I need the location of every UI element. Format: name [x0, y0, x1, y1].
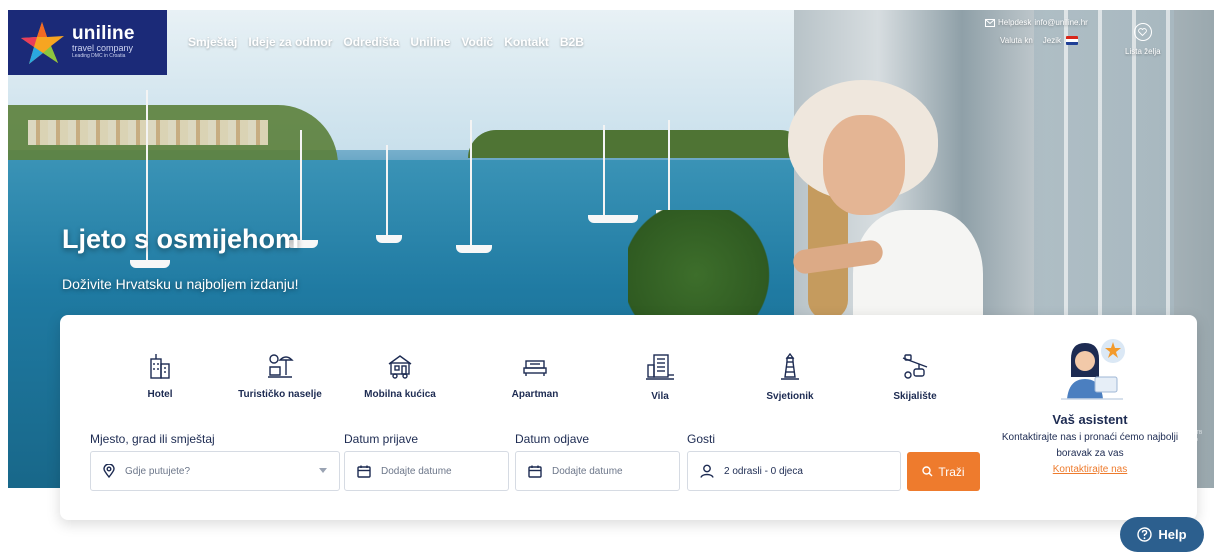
hotel-icon [150, 354, 170, 379]
logo-star-icon [21, 21, 64, 64]
hero-woman-face [823, 115, 905, 215]
hero-boat-hull [130, 260, 170, 268]
assistant-avatar-icon [1061, 339, 1125, 400]
mobile-home-icon [388, 355, 412, 379]
page: uniline travel company Leading DMC in Cr… [0, 0, 1214, 553]
question-icon [1137, 527, 1153, 542]
type-villa-label: Vila [651, 391, 669, 402]
hero-title: Ljeto s osmijehom [62, 224, 300, 254]
top-bar: Helpdesk info@uniline.hr Valuta kn Jezik [985, 18, 1088, 46]
main-nav: Smještaj Ideje za odmor Odredišta Unilin… [188, 35, 584, 49]
location-pin-icon [103, 464, 115, 478]
help-label: Help [1158, 527, 1187, 542]
checkin-input[interactable]: Dodajte datume [344, 451, 509, 491]
type-hotel-label: Hotel [147, 389, 173, 400]
hero-boat-hull [376, 235, 402, 243]
currency-label: Valuta [1000, 36, 1023, 46]
hero-boat-mast [668, 120, 670, 215]
nav-item-kontakt[interactable]: Kontakt [504, 35, 549, 49]
hero-boat-mast [470, 120, 472, 245]
destination-input[interactable]: Gdje putujete? [90, 451, 340, 491]
language-label: Jezik [1042, 36, 1062, 45]
helpdesk-link[interactable]: Helpdesk info@uniline.hr [985, 18, 1088, 27]
type-mobile-home-label: Mobilna kućica [364, 389, 436, 400]
guests-value: 2 odrasli - 0 djeca [724, 465, 803, 477]
calendar-icon [357, 465, 371, 478]
logo[interactable]: uniline travel company Leading DMC in Cr… [8, 10, 167, 75]
destination-label: Mjesto, grad ili smještaj [90, 432, 215, 446]
wishlist-button[interactable]: Lista želja [1125, 23, 1161, 56]
ski-lift-icon [902, 354, 928, 379]
type-lighthouse[interactable]: Svjetionik [725, 353, 855, 402]
type-hotel[interactable]: Hotel [95, 353, 225, 400]
guests-label: Gosti [687, 432, 716, 446]
hero-boat-mast [386, 145, 388, 235]
lighthouse-icon [781, 353, 799, 380]
type-apartment[interactable]: Apartman [470, 353, 600, 400]
search-card: Hotel Turističko naselje Mobilna kućica … [60, 315, 1197, 520]
logo-name: uniline [72, 23, 135, 44]
language-selector[interactable]: Jezik [1042, 36, 1079, 46]
nav-item-smjestaj[interactable]: Smještaj [188, 35, 237, 49]
helpdesk-label: Helpdesk [998, 18, 1032, 27]
currency-selector[interactable]: Valuta kn [1000, 36, 1033, 45]
guests-input[interactable]: 2 odrasli - 0 djeca [687, 451, 901, 491]
heart-icon [1133, 23, 1152, 41]
nav-item-b2b[interactable]: B2B [560, 35, 584, 49]
currency-value: kn [1024, 36, 1033, 46]
villa-icon [646, 354, 674, 380]
assistant-contact-link[interactable]: Kontaktirajte nas [995, 462, 1185, 478]
type-resort-label: Turističko naselje [238, 389, 322, 400]
search-icon [922, 466, 933, 477]
type-ski-label: Skijalište [893, 391, 937, 402]
help-button[interactable]: Help [1120, 517, 1204, 552]
chevron-down-icon [319, 468, 327, 473]
assistant-panel: Vaš asistent Kontaktirajte nas i pronaći… [995, 337, 1185, 478]
logo-subtitle: travel company [72, 43, 134, 53]
type-mobile-home[interactable]: Mobilna kućica [335, 353, 465, 400]
type-villa[interactable]: Vila [595, 353, 725, 402]
checkout-input[interactable]: Dodajte datume [515, 451, 680, 491]
mail-icon [985, 18, 995, 27]
hero-boat-mast [603, 125, 605, 220]
type-lighthouse-label: Svjetionik [766, 391, 814, 402]
helpdesk-email: info@uniline.hr [1034, 18, 1088, 27]
destination-placeholder: Gdje putujete? [125, 465, 191, 477]
wishlist-label: Lista želja [1125, 47, 1161, 56]
type-resort[interactable]: Turističko naselje [215, 353, 345, 400]
assistant-text: Kontaktirajte nas i pronaći ćemo najbolj… [1001, 432, 1179, 459]
nav-item-vodic[interactable]: Vodič [461, 35, 493, 49]
checkin-placeholder: Dodajte datume [381, 465, 452, 477]
person-icon [700, 464, 714, 478]
type-apartment-label: Apartman [511, 389, 559, 400]
search-button[interactable]: Traži [907, 452, 980, 491]
search-button-label: Traži [938, 464, 965, 479]
checkin-label: Datum prijave [344, 432, 419, 446]
hero-island [468, 130, 808, 158]
assistant-title: Vaš asistent [1052, 412, 1128, 427]
accommodation-types: Hotel Turističko naselje Mobilna kućica … [60, 353, 1000, 413]
logo-tagline: Leading DMC in Croatia [72, 53, 126, 59]
apartment-icon [523, 360, 547, 376]
checkout-label: Datum odjave [515, 432, 590, 446]
resort-icon [268, 354, 294, 378]
nav-item-ideje[interactable]: Ideje za odmor [248, 35, 332, 49]
hero-boat-mast [300, 130, 302, 240]
checkout-placeholder: Dodajte datume [552, 465, 623, 477]
hero-subtitle: Doživite Hrvatsku u najboljem izdanju! [62, 276, 299, 292]
hero-town [28, 120, 268, 145]
hero-boat-hull [456, 245, 492, 253]
nav-item-uniline[interactable]: Uniline [410, 35, 450, 49]
calendar-icon [528, 465, 542, 478]
croatian-flag-icon [1066, 36, 1079, 46]
type-ski[interactable]: Skijalište [850, 353, 980, 402]
nav-item-odredista[interactable]: Odredišta [343, 35, 399, 49]
